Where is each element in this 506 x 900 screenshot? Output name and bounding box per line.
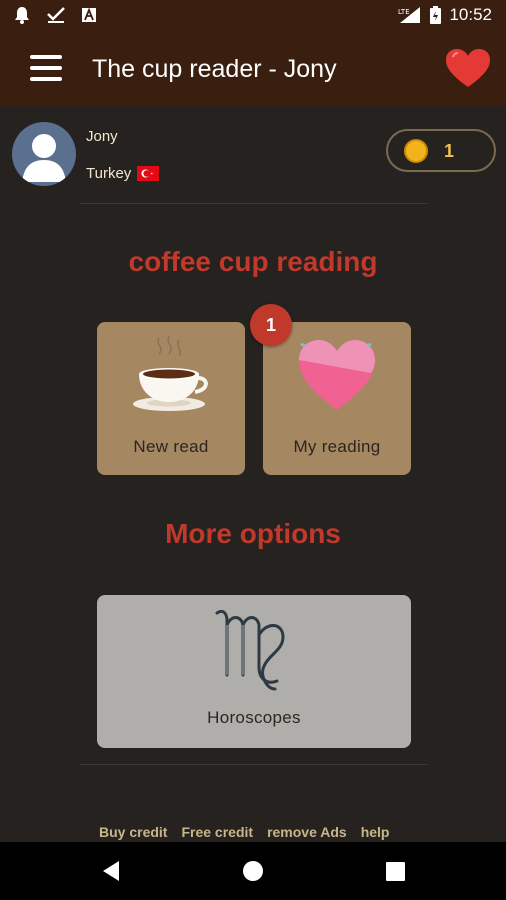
divider — [80, 203, 428, 204]
country-name: Turkey — [86, 165, 132, 182]
horoscopes-tile[interactable]: Horoscopes — [97, 595, 411, 748]
credits-count: 1 — [444, 141, 455, 161]
footer-links: Buy credit Free credit remove Ads help — [99, 824, 389, 840]
home-icon[interactable] — [242, 860, 264, 882]
coffee-cup-icon — [133, 335, 208, 411]
virgo-zodiac-icon — [215, 609, 285, 691]
status-time: 10:52 — [449, 5, 492, 24]
section-title-coffee: coffee cup reading — [128, 246, 378, 277]
back-icon[interactable] — [101, 860, 121, 882]
app-bar: The cup reader - Jony — [0, 33, 506, 106]
lte-signal-icon: LTE — [398, 7, 421, 23]
user-silhouette-icon — [22, 134, 66, 182]
new-read-label: New read — [133, 437, 209, 456]
divider — [80, 764, 428, 765]
status-bar: LTE 10:52 — [0, 0, 506, 33]
avatar[interactable] — [12, 122, 76, 186]
notification-bell-icon — [15, 7, 29, 24]
notification-badge: 1 — [250, 304, 292, 346]
battery-icon — [430, 6, 442, 24]
help-link[interactable]: help — [361, 824, 390, 840]
coin-icon — [404, 139, 428, 163]
my-reading-tile[interactable]: My reading — [263, 322, 411, 475]
new-read-tile[interactable]: New read — [97, 322, 245, 475]
font-a-icon — [82, 8, 96, 22]
turkey-flag-icon — [137, 166, 160, 181]
section-title-more: More options — [165, 518, 341, 549]
horoscopes-label: Horoscopes — [207, 708, 301, 727]
username: Jony — [86, 128, 118, 145]
my-reading-label: My reading — [293, 437, 381, 456]
system-nav-bar — [0, 842, 506, 900]
checkmark-icon — [47, 7, 65, 23]
heart-icon[interactable] — [444, 47, 492, 94]
app-title: The cup reader - Jony — [92, 55, 337, 83]
buy-credit-link[interactable]: Buy credit — [99, 824, 167, 840]
hamburger-menu-icon[interactable] — [30, 55, 62, 83]
heart-icon — [299, 340, 375, 410]
country-row: Turkey — [86, 165, 160, 182]
free-credit-link[interactable]: Free credit — [181, 824, 253, 840]
credits-button[interactable]: 1 — [386, 129, 496, 172]
remove-ads-link[interactable]: remove Ads — [267, 824, 347, 840]
recents-icon[interactable] — [386, 862, 405, 881]
svg-text:LTE: LTE — [398, 8, 410, 16]
